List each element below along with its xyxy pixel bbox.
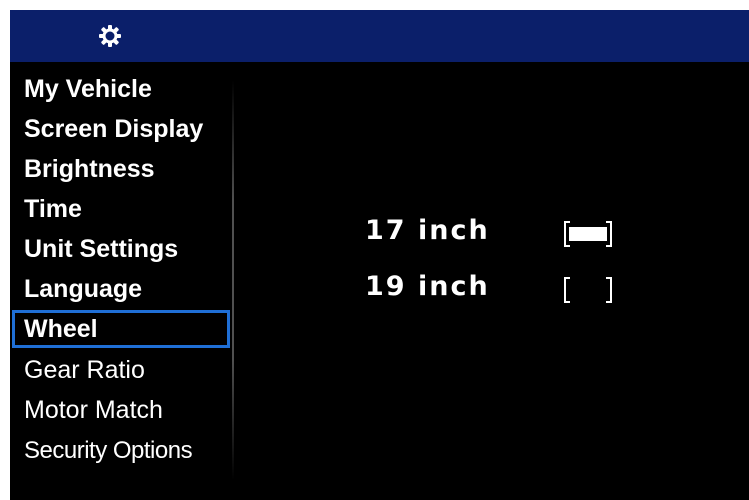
menu-item-language[interactable]: Language [12, 270, 230, 308]
header-bar [10, 10, 749, 62]
option-17-inch-label: 17 inch [365, 215, 490, 246]
menu-item-my-vehicle[interactable]: My Vehicle [12, 70, 230, 108]
menu-divider [232, 80, 234, 480]
option-19-inch-checkbox[interactable] [563, 276, 613, 304]
device-screen: My Vehicle Screen Display Brightness Tim… [10, 10, 749, 500]
menu-item-brightness[interactable]: Brightness [12, 150, 230, 188]
menu-item-gear-ratio[interactable]: Gear Ratio [12, 351, 230, 389]
option-19-inch-label: 19 inch [365, 271, 490, 302]
menu-item-unit-settings[interactable]: Unit Settings [12, 230, 230, 268]
option-17-inch-checkbox[interactable] [563, 220, 613, 248]
menu-item-wheel[interactable]: Wheel [12, 310, 230, 348]
settings-menu: My Vehicle Screen Display Brightness Tim… [10, 70, 240, 480]
menu-item-motor-match[interactable]: Motor Match [12, 391, 230, 429]
menu-item-screen-display[interactable]: Screen Display [12, 110, 230, 148]
menu-item-security-options[interactable]: Security Options [12, 432, 230, 470]
menu-item-time[interactable]: Time [12, 190, 230, 228]
gear-icon [98, 24, 122, 48]
